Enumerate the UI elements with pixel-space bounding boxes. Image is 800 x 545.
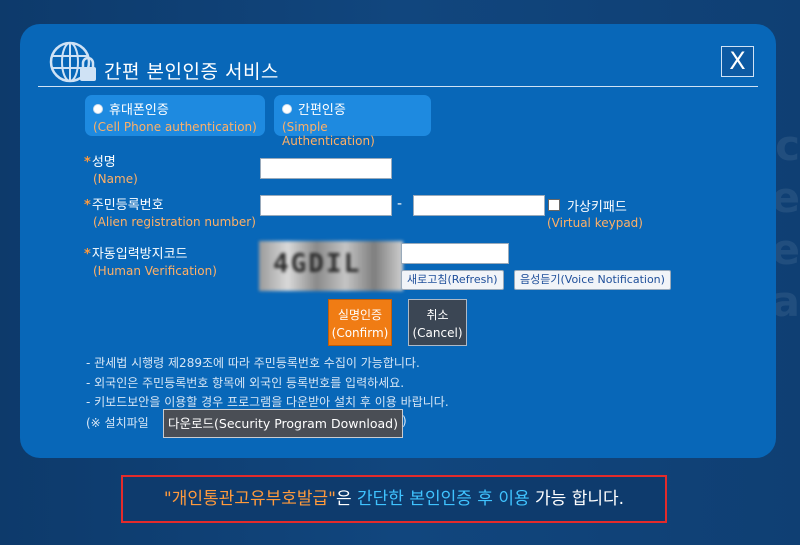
- radio-selected-icon[interactable]: [93, 103, 103, 114]
- alien-number-second-input[interactable]: [413, 195, 545, 216]
- voice-captcha-button[interactable]: 음성듣기(Voice Notification): [514, 270, 671, 290]
- virtual-keypad-checkbox[interactable]: [548, 199, 560, 211]
- captcha-sub-label: (Human Verification): [93, 264, 217, 278]
- captcha-label: *자동입력방지코드 (Human Verification): [84, 247, 217, 278]
- cancel-button[interactable]: 취소 (Cancel): [408, 299, 467, 346]
- name-sub-label: (Name): [93, 172, 138, 186]
- name-input[interactable]: [260, 158, 392, 179]
- notice-item: - 외국인은 주민등록번호 항목에 외국인 등록번호를 입력하세요.: [86, 375, 405, 390]
- alien-number-sub-label: (Alien registration number): [93, 215, 256, 229]
- confirm-button[interactable]: 실명인증 (Confirm): [328, 299, 392, 346]
- name-label: *성명 (Name): [84, 155, 138, 186]
- method-cell-phone-sub: (Cell Phone authentication): [93, 120, 257, 134]
- alien-number-label: *주민등록번호 (Alien registration number): [84, 198, 256, 229]
- virtual-keypad-sub-label: (Virtual keypad): [547, 216, 643, 230]
- dialog-title: 간편 본인인증 서비스: [104, 61, 279, 83]
- download-prefix: (※ 설치파일: [86, 416, 149, 430]
- radio-icon[interactable]: [282, 103, 292, 114]
- close-button[interactable]: X: [721, 46, 754, 77]
- notice-banner: "개인통관고유부호발급"은 간단한 본인인증 후 이용 가능 합니다.: [121, 475, 667, 523]
- virtual-keypad-label: 가상키패드: [567, 200, 627, 215]
- download-suffix: ): [402, 414, 407, 428]
- alien-number-first-input[interactable]: [260, 195, 392, 216]
- captcha-image: 4GDIL: [259, 241, 403, 291]
- captcha-input[interactable]: [401, 243, 509, 264]
- notice-list: - 관세법 시행령 제289조에 따라 주민등록번호 수집이 가능합니다. - …: [86, 354, 449, 413]
- method-simple-sub: (Simple Authentication): [282, 120, 375, 148]
- notice-item: - 관세법 시행령 제289조에 따라 주민등록번호 수집이 가능합니다.: [86, 356, 420, 370]
- method-simple[interactable]: 간편인증 (Simple Authentication): [274, 95, 431, 148]
- auth-dialog: 간편 본인인증 서비스 X 휴대폰인증 (Cell Phone authenti…: [20, 24, 776, 458]
- alien-number-dash: -: [397, 196, 403, 212]
- security-program-download-button[interactable]: 다운로드(Security Program Download): [163, 409, 403, 438]
- method-simple-label: 간편인증: [298, 103, 346, 118]
- secure-globe-icon: [49, 41, 96, 83]
- refresh-captcha-button[interactable]: 새로고침(Refresh): [401, 270, 504, 290]
- method-cell-phone[interactable]: 휴대폰인증 (Cell Phone authentication): [85, 95, 265, 136]
- title-divider: [38, 86, 758, 87]
- method-cell-phone-label: 휴대폰인증: [109, 103, 169, 118]
